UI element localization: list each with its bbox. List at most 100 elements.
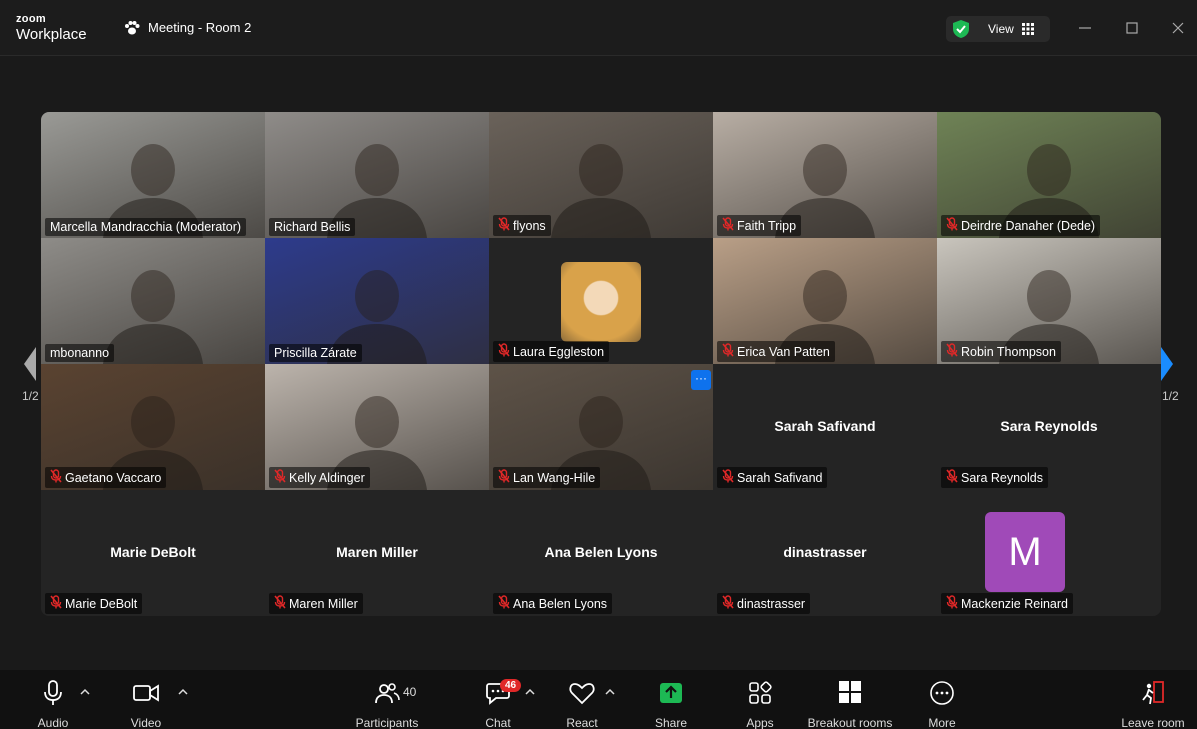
participant-center-name: Sara Reynolds xyxy=(1000,418,1098,434)
participant-tile[interactable]: Sarah Safivand Sarah Safivand xyxy=(713,364,937,490)
participant-name-tag: flyons xyxy=(493,215,551,236)
participant-tile[interactable]: Deirdre Danaher (Dede) xyxy=(937,112,1161,238)
breakout-rooms-button[interactable]: Breakout rooms xyxy=(806,680,894,729)
participant-name: flyons xyxy=(513,218,546,233)
participant-name-tag: Deirdre Danaher (Dede) xyxy=(941,215,1101,236)
chat-unread-badge: 46 xyxy=(500,679,522,692)
leave-room-label: Leave room xyxy=(1121,716,1185,729)
participant-tile[interactable]: Marie DeBolt Marie DeBolt xyxy=(41,490,265,616)
page-indicator-right: 1/2 xyxy=(1162,389,1179,403)
maximize-icon[interactable] xyxy=(1124,20,1140,36)
react-options-chevron-icon[interactable] xyxy=(605,688,615,696)
participants-icon[interactable] xyxy=(373,680,401,706)
participant-tile[interactable]: Erica Van Patten xyxy=(713,238,937,364)
participant-center-name: Maren Miller xyxy=(336,544,418,560)
participant-tile[interactable]: Kelly Aldinger xyxy=(265,364,489,490)
participant-name: Sara Reynolds xyxy=(961,470,1043,485)
logo-brand: zoom xyxy=(16,13,46,25)
participant-tile[interactable]: dinastrasser dinastrasser xyxy=(713,490,937,616)
video-button[interactable]: Video xyxy=(126,680,166,729)
participant-name-tag: Mackenzie Reinard xyxy=(941,593,1073,614)
participant-name: Erica Van Patten xyxy=(737,344,830,359)
profile-photo xyxy=(561,262,641,342)
participant-tile[interactable]: ··· Lan Wang-Hile xyxy=(489,364,713,490)
participant-name-tag: Maren Miller xyxy=(269,593,363,614)
muted-microphone-icon xyxy=(498,343,510,360)
breakout-rooms-icon[interactable] xyxy=(836,680,864,706)
participant-name: Lan Wang-Hile xyxy=(513,470,596,485)
participant-center-name: Marie DeBolt xyxy=(110,544,196,560)
participant-name: Marcella Mandracchia (Moderator) xyxy=(50,220,242,234)
muted-microphone-icon xyxy=(274,469,286,486)
participant-name-tag: Lan Wang-Hile xyxy=(493,467,601,488)
page-indicator-left: 1/2 xyxy=(22,389,39,403)
muted-microphone-icon xyxy=(498,595,510,612)
participant-name: Sarah Safivand xyxy=(737,470,823,485)
audio-options-chevron-icon[interactable] xyxy=(80,688,90,696)
participant-tile[interactable]: Gaetano Vaccaro xyxy=(41,364,265,490)
participant-name-tag: Sarah Safivand xyxy=(717,467,828,488)
participant-name: Marie DeBolt xyxy=(65,596,138,611)
participant-name: Deirdre Danaher (Dede) xyxy=(961,218,1096,233)
muted-microphone-icon xyxy=(946,343,958,360)
audio-button[interactable]: Audio xyxy=(34,680,72,729)
participant-tile[interactable]: Sara Reynolds Sara Reynolds xyxy=(937,364,1161,490)
muted-microphone-icon xyxy=(274,595,286,612)
participant-tile[interactable]: Faith Tripp xyxy=(713,112,937,238)
apps-button[interactable]: Apps xyxy=(742,680,778,729)
participant-tile[interactable]: Robin Thompson xyxy=(937,238,1161,364)
share-screen-icon[interactable] xyxy=(657,680,685,706)
grid-view-icon xyxy=(1021,23,1034,35)
leave-room-icon[interactable] xyxy=(1139,680,1167,706)
react-label: React xyxy=(566,716,598,729)
participant-name: Laura Eggleston xyxy=(513,344,605,359)
participant-name-tag: Erica Van Patten xyxy=(717,341,835,362)
participant-name-tag: Marie DeBolt xyxy=(45,593,143,614)
close-icon[interactable] xyxy=(1170,20,1186,36)
meeting-stage: 1/2 1/2 Marcella Mandracchia (Moderator)… xyxy=(0,57,1197,670)
minimize-icon[interactable] xyxy=(1077,20,1093,36)
react-button[interactable]: React xyxy=(564,680,600,729)
chat-options-chevron-icon[interactable] xyxy=(525,688,535,696)
participant-name-tag: Laura Eggleston xyxy=(493,341,610,362)
more-options-icon[interactable] xyxy=(928,680,956,706)
participant-name-tag: Sara Reynolds xyxy=(941,467,1048,488)
muted-microphone-icon xyxy=(946,469,958,486)
heart-icon[interactable] xyxy=(568,680,596,706)
participant-tile[interactable]: Richard Bellis xyxy=(265,112,489,238)
participant-tile[interactable]: Marcella Mandracchia (Moderator) xyxy=(41,112,265,238)
video-camera-icon[interactable] xyxy=(132,680,160,706)
participant-name: Priscilla Zárate xyxy=(274,346,357,360)
muted-microphone-icon xyxy=(722,469,734,486)
video-options-chevron-icon[interactable] xyxy=(178,688,188,696)
title-bar: zoom Workplace Meeting - Room 2 View xyxy=(0,0,1197,56)
muted-microphone-icon xyxy=(722,343,734,360)
participant-tile[interactable]: M Mackenzie Reinard xyxy=(937,490,1161,616)
participant-name: Ana Belen Lyons xyxy=(513,596,608,611)
participant-tile[interactable]: Laura Eggleston xyxy=(489,238,713,364)
participant-tile[interactable]: flyons xyxy=(489,112,713,238)
participant-tile[interactable]: Ana Belen Lyons Ana Belen Lyons xyxy=(489,490,713,616)
tile-more-options-icon[interactable]: ··· xyxy=(691,370,711,390)
participant-tile[interactable]: Priscilla Zárate xyxy=(265,238,489,364)
microphone-icon[interactable] xyxy=(39,680,67,706)
chat-label: Chat xyxy=(485,716,511,729)
participant-name: Richard Bellis xyxy=(274,220,351,234)
participant-tile[interactable]: Maren Miller Maren Miller xyxy=(265,490,489,616)
apps-icon[interactable] xyxy=(746,680,774,706)
participant-name: Robin Thompson xyxy=(961,344,1056,359)
participant-name: Kelly Aldinger xyxy=(289,470,365,485)
shield-icon[interactable] xyxy=(952,19,970,39)
participant-name-tag: mbonanno xyxy=(45,344,115,362)
participant-name-tag: Kelly Aldinger xyxy=(269,467,370,488)
muted-microphone-icon xyxy=(50,595,62,612)
more-button[interactable]: More xyxy=(924,680,960,729)
participant-name-tag: Robin Thompson xyxy=(941,341,1061,362)
share-button[interactable]: Share xyxy=(652,680,690,729)
video-grid: Marcella Mandracchia (Moderator) Richard … xyxy=(41,112,1161,616)
participant-name-tag: Gaetano Vaccaro xyxy=(45,467,167,488)
leave-room-button[interactable]: Leave room xyxy=(1120,680,1186,729)
view-button[interactable]: View xyxy=(946,16,1050,42)
participant-tile[interactable]: mbonanno xyxy=(41,238,265,364)
muted-microphone-icon xyxy=(946,595,958,612)
